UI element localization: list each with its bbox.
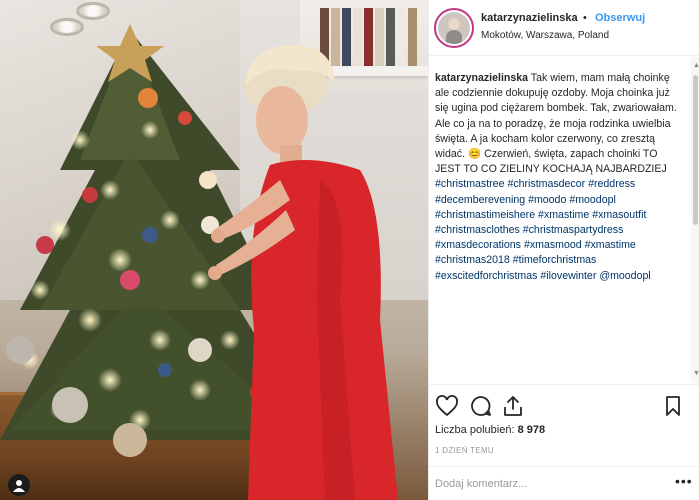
separator-dot: • (583, 12, 587, 24)
heart-icon[interactable] (435, 394, 459, 418)
caption-username[interactable]: katarzynazielinska (435, 72, 528, 84)
hashtag-link[interactable]: #timeforchristmas (513, 254, 597, 266)
share-icon[interactable] (501, 394, 525, 418)
author-username[interactable]: katarzynazielinska (481, 12, 578, 24)
scroll-down-icon[interactable]: ▼ (693, 370, 699, 377)
caption-text: Tak wiem, mam małą choinkę ale codzienni… (435, 72, 677, 161)
hashtag-link[interactable]: #xmastime (585, 239, 636, 251)
comment-input[interactable] (435, 475, 635, 493)
ceiling-light (76, 2, 110, 20)
hashtag-link[interactable]: #christmasdecor (507, 178, 585, 190)
post-photo[interactable] (0, 0, 428, 500)
likes-number: 8 978 (517, 424, 546, 436)
comments-scroll-area[interactable]: katarzynazielinska Tak wiem, mam małą ch… (429, 57, 691, 383)
location-link[interactable]: Mokotów, Warszawa, Poland (481, 30, 609, 41)
hashtag-link[interactable]: @moodopl (599, 270, 650, 282)
hashtag-link[interactable]: #christmasclothes (435, 224, 520, 236)
hashtag-link[interactable]: #moodopl (569, 194, 616, 206)
hashtag-link[interactable]: #xmasoutfit (592, 209, 646, 221)
scroll-up-icon[interactable]: ▲ (693, 62, 699, 69)
post-caption: katarzynazielinska Tak wiem, mam małą ch… (435, 71, 685, 284)
post-timestamp[interactable]: 1 DZIEŃ TEMU (435, 446, 494, 455)
woman-in-red-dress (208, 45, 398, 500)
hashtag-link[interactable]: #christmastree (435, 178, 504, 190)
hashtag-link[interactable]: #xmastime (538, 209, 589, 221)
bookmark-icon[interactable] (661, 394, 685, 418)
post-sidebar: katarzynazielinska • Obserwuj Mokotów, W… (428, 0, 699, 500)
hashtag-link[interactable]: #xmasmood (524, 239, 582, 251)
tagged-user-icon[interactable] (8, 474, 30, 496)
comment-icon[interactable] (469, 394, 493, 418)
hashtag-link[interactable]: #moodo (528, 194, 566, 206)
smile-emoji-icon: 😊 (467, 148, 482, 161)
hashtag-link[interactable]: #ilovewinter (540, 270, 596, 282)
more-options-icon[interactable]: ••• (675, 473, 693, 489)
hashtag-link[interactable]: #xmasdecorations (435, 239, 521, 251)
hashtag-link[interactable]: #exscitedforchristmas (435, 270, 537, 282)
likes-label: Liczba polubień: (435, 424, 515, 436)
post-header: katarzynazielinska • Obserwuj Mokotów, W… (429, 0, 699, 56)
scrollbar-thumb[interactable] (693, 75, 698, 225)
follow-button[interactable]: Obserwuj (595, 12, 645, 24)
avatar[interactable] (434, 8, 474, 48)
comment-bar: ••• (429, 466, 699, 500)
hashtag-link[interactable]: #christmaspartydress (523, 224, 624, 236)
likes-count[interactable]: Liczba polubień: 8 978 (435, 424, 545, 436)
hashtag-link[interactable]: #christmas2018 (435, 254, 510, 266)
hashtag-link[interactable]: #reddress (588, 178, 635, 190)
hashtag-link[interactable]: #decemberevening (435, 194, 525, 206)
hashtag-link[interactable]: #christmastimeishere (435, 209, 535, 221)
hashtag-list: #christmastree #christmasdecor #reddress… (435, 178, 651, 281)
action-bar (429, 384, 699, 424)
